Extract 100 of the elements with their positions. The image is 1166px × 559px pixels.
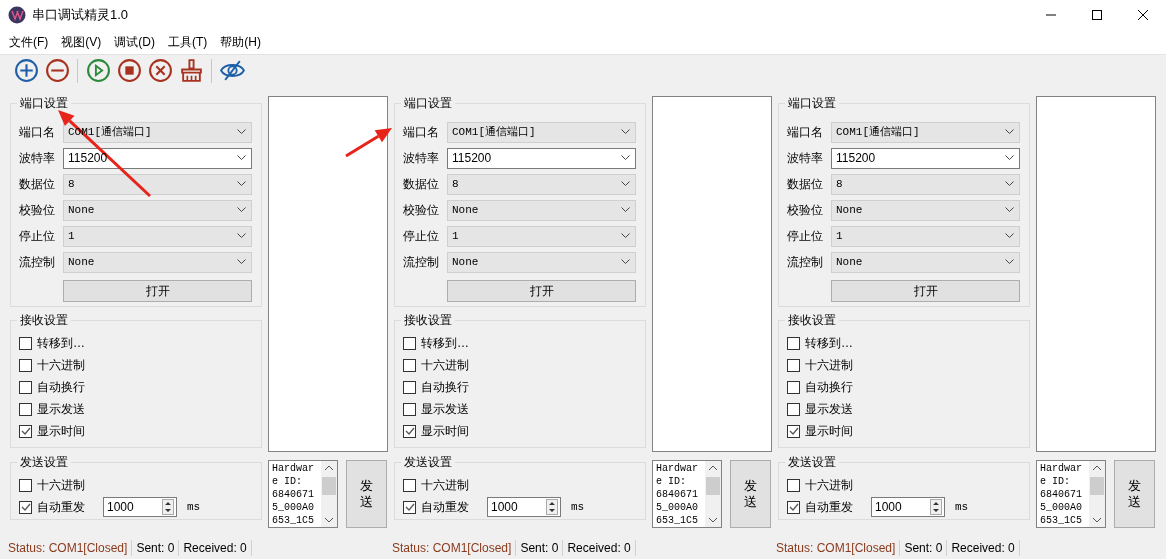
dropdown-field[interactable]: 115200 bbox=[447, 147, 636, 169]
menu-item[interactable]: 文件(F) bbox=[3, 33, 55, 51]
checkbox-label: 十六进制 bbox=[37, 477, 85, 494]
send-button[interactable]: 发送 bbox=[730, 460, 771, 528]
chevron-down-icon bbox=[1005, 129, 1014, 135]
plus-icon[interactable] bbox=[13, 58, 39, 83]
menu-item[interactable]: 调试(D) bbox=[108, 33, 161, 51]
dropdown-field[interactable]: None bbox=[447, 199, 636, 221]
dropdown-field[interactable]: COM1[通信端口] bbox=[447, 121, 636, 143]
dropdown-field[interactable]: 1 bbox=[447, 225, 636, 247]
checkbox[interactable] bbox=[19, 336, 32, 350]
dropdown-field[interactable]: 115200 bbox=[831, 147, 1020, 169]
send-text-area[interactable]: Hardwar e ID: 6840671 5_000A0 653_1C5 bbox=[1036, 460, 1106, 528]
checkbox[interactable] bbox=[787, 424, 800, 438]
checkbox[interactable] bbox=[403, 478, 416, 492]
checkbox[interactable] bbox=[19, 380, 32, 394]
checkbox-label: 自动换行 bbox=[37, 379, 85, 396]
receive-text-area[interactable] bbox=[1036, 96, 1156, 452]
dropdown-field[interactable]: None bbox=[831, 199, 1020, 221]
checkbox[interactable] bbox=[19, 402, 32, 416]
field-label: 端口名 bbox=[787, 124, 824, 141]
field-label: 校验位 bbox=[19, 202, 56, 219]
text-line: e ID: bbox=[1040, 475, 1071, 488]
send-button[interactable]: 发送 bbox=[1114, 460, 1155, 528]
open-button[interactable]: 打开 bbox=[447, 280, 636, 302]
checkbox[interactable] bbox=[787, 500, 800, 514]
scrollbar[interactable] bbox=[321, 461, 337, 527]
chevron-down-icon bbox=[237, 129, 246, 135]
broom-icon[interactable] bbox=[178, 58, 204, 83]
text-line: 5_000A0 bbox=[656, 501, 699, 514]
checkbox[interactable] bbox=[787, 336, 800, 350]
checkbox[interactable] bbox=[787, 478, 800, 492]
checkbox-label: 显示时间 bbox=[37, 423, 85, 440]
checkbox[interactable] bbox=[403, 402, 416, 416]
spin-arrows-icon[interactable] bbox=[162, 499, 174, 515]
text-line: 5_000A0 bbox=[272, 501, 315, 514]
send-text-area[interactable]: Hardwar e ID: 6840671 5_000A0 653_1C5 bbox=[652, 460, 722, 528]
cancel-icon[interactable] bbox=[147, 58, 173, 83]
checkbox-label: 十六进制 bbox=[421, 357, 469, 374]
dropdown-field[interactable]: 8 bbox=[63, 173, 252, 195]
eye-slash-icon[interactable] bbox=[219, 58, 245, 83]
dropdown-field[interactable]: 8 bbox=[447, 173, 636, 195]
send-text-area[interactable]: Hardwar e ID: 6840671 5_000A0 653_1C5 bbox=[268, 460, 338, 528]
open-button[interactable]: 打开 bbox=[63, 280, 252, 302]
checkbox[interactable] bbox=[19, 358, 32, 372]
checkbox[interactable] bbox=[403, 380, 416, 394]
checkbox[interactable] bbox=[403, 336, 416, 350]
checkbox-label: 十六进制 bbox=[805, 477, 853, 494]
spin-field[interactable]: 1000 bbox=[871, 497, 945, 517]
scrollbar[interactable] bbox=[1089, 461, 1105, 527]
dropdown-field[interactable]: 1 bbox=[831, 225, 1020, 247]
dropdown-field[interactable]: None bbox=[63, 199, 252, 221]
checkbox-label: 自动换行 bbox=[805, 379, 853, 396]
play-icon[interactable] bbox=[85, 58, 111, 83]
checkbox[interactable] bbox=[787, 402, 800, 416]
chevron-down-icon bbox=[621, 233, 630, 239]
scrollbar[interactable] bbox=[705, 461, 721, 527]
menu-item[interactable]: 帮助(H) bbox=[214, 33, 267, 51]
checkbox[interactable] bbox=[19, 478, 32, 492]
received-count: Received: 0 bbox=[566, 540, 632, 557]
checkbox[interactable] bbox=[19, 500, 32, 514]
checkbox-label: 转移到… bbox=[805, 335, 853, 352]
menu-item[interactable]: 视图(V) bbox=[55, 33, 108, 51]
checkbox[interactable] bbox=[787, 380, 800, 394]
text-line: 6840671 bbox=[656, 488, 699, 501]
send-button[interactable]: 发送 bbox=[346, 460, 387, 528]
dropdown-field[interactable]: None bbox=[447, 251, 636, 273]
receive-text-area[interactable] bbox=[652, 96, 772, 452]
dropdown-field[interactable]: 1 bbox=[63, 225, 252, 247]
checkbox-label: 自动换行 bbox=[421, 379, 469, 396]
minus-icon[interactable] bbox=[44, 58, 70, 83]
checkbox[interactable] bbox=[403, 358, 416, 372]
checkbox[interactable] bbox=[19, 424, 32, 438]
field-label: 数据位 bbox=[403, 176, 440, 193]
checkbox[interactable] bbox=[787, 358, 800, 372]
group-title: 发送设置 bbox=[785, 454, 839, 470]
spin-field[interactable]: 1000 bbox=[103, 497, 177, 517]
stop-icon[interactable] bbox=[116, 58, 142, 83]
dropdown-field[interactable]: 8 bbox=[831, 173, 1020, 195]
dropdown-field[interactable]: None bbox=[831, 251, 1020, 273]
checkbox[interactable] bbox=[403, 424, 416, 438]
dropdown-field[interactable]: COM1[通信端口] bbox=[831, 121, 1020, 143]
dropdown-field[interactable]: None bbox=[63, 251, 252, 273]
field-label: 停止位 bbox=[403, 228, 440, 245]
group-title: 端口设置 bbox=[785, 95, 839, 111]
menu-item[interactable]: 工具(T) bbox=[162, 33, 214, 51]
spin-arrows-icon[interactable] bbox=[930, 499, 942, 515]
spin-field[interactable]: 1000 bbox=[487, 497, 561, 517]
field-label: 波特率 bbox=[19, 150, 56, 167]
spin-arrows-icon[interactable] bbox=[546, 499, 558, 515]
receive-text-area[interactable] bbox=[268, 96, 388, 452]
open-button[interactable]: 打开 bbox=[831, 280, 1020, 302]
chevron-down-icon bbox=[1005, 233, 1014, 239]
checkbox[interactable] bbox=[403, 500, 416, 514]
group-title: 端口设置 bbox=[17, 95, 71, 111]
chevron-down-icon bbox=[1005, 181, 1014, 187]
checkbox-label: 转移到… bbox=[421, 335, 469, 352]
text-line: 6840671 bbox=[272, 488, 315, 501]
dropdown-field[interactable]: 115200 bbox=[63, 147, 252, 169]
annotation-arrow bbox=[345, 128, 392, 158]
